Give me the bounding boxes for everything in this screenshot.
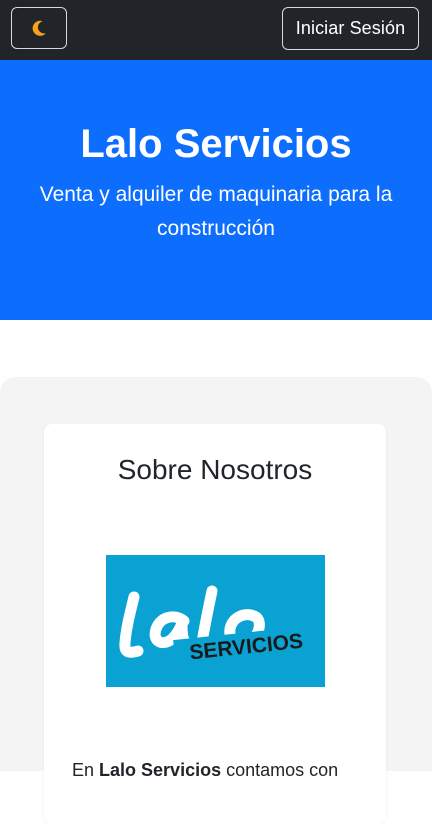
- theme-toggle-button[interactable]: [11, 7, 67, 49]
- top-navbar: Iniciar Sesión: [0, 0, 432, 60]
- login-button[interactable]: Iniciar Sesión: [282, 7, 419, 50]
- about-card: Sobre Nosotros SERVICIOS En Lalo Servici…: [44, 424, 386, 824]
- about-section: Sobre Nosotros SERVICIOS En Lalo Servici…: [0, 377, 432, 824]
- about-description: En Lalo Servicios contamos con: [72, 760, 339, 780]
- brand-name: Lalo Servicios: [99, 760, 222, 780]
- hero-banner: Lalo Servicios Venta y alquiler de maqui…: [0, 60, 432, 320]
- hero-subtitle: Venta y alquiler de maquinaria para la c…: [39, 183, 393, 240]
- moon-icon: [29, 18, 49, 38]
- company-logo: SERVICIOS: [106, 555, 325, 687]
- hero-title: Lalo Servicios: [80, 122, 352, 166]
- about-title: Sobre Nosotros: [117, 454, 313, 485]
